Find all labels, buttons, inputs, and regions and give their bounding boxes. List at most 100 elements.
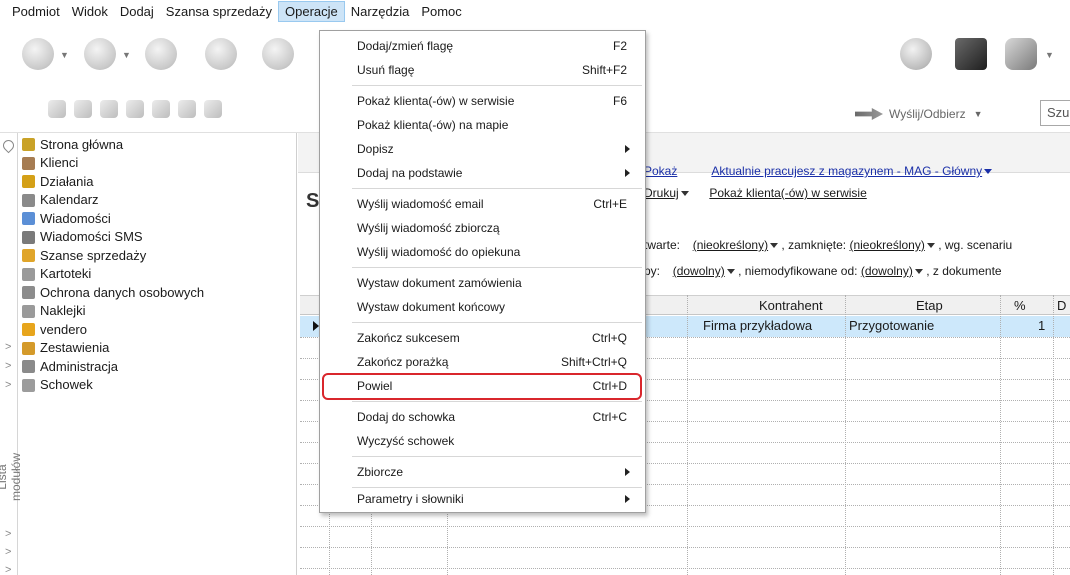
sms-icon	[22, 230, 35, 244]
chevron-down-icon[interactable]	[680, 191, 689, 197]
menu-item-usun-flage[interactable]: Usuń flagę Shift+F2	[321, 58, 644, 82]
document-icon[interactable]	[205, 38, 237, 70]
group-icon[interactable]	[178, 100, 196, 118]
dropdown-arrow-icon[interactable]: ▼	[122, 50, 131, 60]
column-header-etap[interactable]: Etap	[916, 298, 943, 313]
chevron-right-icon[interactable]: >	[5, 341, 11, 353]
filter-closed-value[interactable]: (nieokreślony)	[849, 238, 924, 252]
magazyn-link[interactable]: Aktualnie pracujesz z magazynem - MAG - …	[711, 164, 982, 178]
attach-icon[interactable]	[262, 38, 294, 70]
sidebar-item-wiadomosci-sms[interactable]: Wiadomości SMS	[22, 228, 292, 247]
menu-item-dodaj-do-schowka[interactable]: Dodaj do schowka Ctrl+C	[321, 405, 644, 429]
filter-open-value[interactable]: (nieokreślony)	[693, 238, 768, 252]
filter-label: , niemodyfikowane od:	[738, 264, 858, 278]
pen-icon[interactable]	[152, 100, 170, 118]
menu-item-wyczysc-schowek[interactable]: Wyczyść schowek	[321, 429, 644, 453]
menu-item-wyslij-zbiorcza[interactable]: Wyślij wiadomość zbiorczą	[321, 216, 644, 240]
menu-item-label: Wystaw dokument zamówienia	[357, 276, 522, 290]
cell-etap: Przygotowanie	[849, 318, 935, 333]
menu-item-wystaw-koncowy[interactable]: Wystaw dokument końcowy	[321, 295, 644, 319]
pokaz-klienta-link[interactable]: Pokaż klienta(-ów) w serwisie	[709, 186, 866, 200]
menu-pomoc[interactable]: Pomoc	[415, 1, 467, 22]
menu-narzedzia[interactable]: Narzędzia	[345, 1, 416, 22]
sidebar-item-administracja[interactable]: Administracja	[22, 357, 292, 376]
sidebar-item-klienci[interactable]: Klienci	[22, 154, 292, 173]
chevron-right-icon[interactable]: >	[5, 528, 11, 540]
sidebar-item-wiadomosci[interactable]: Wiadomości	[22, 209, 292, 228]
edit-icon[interactable]	[48, 100, 66, 118]
pin-icon[interactable]	[0, 137, 17, 154]
sidebar-item-strona-glowna[interactable]: Strona główna	[22, 135, 292, 154]
menu-item-dodaj-zmien-flage[interactable]: Dodaj/zmień flagę F2	[321, 34, 644, 58]
tool-icon[interactable]	[126, 100, 144, 118]
sidebar-item-naklejki[interactable]: Naklejki	[22, 302, 292, 321]
menu-item-zbiorcze[interactable]: Zbiorcze	[321, 460, 644, 484]
sidebar-item-zestawienia[interactable]: Zestawienia	[22, 339, 292, 358]
sidebar-item-vendero[interactable]: vendero	[22, 320, 292, 339]
contact-icon[interactable]	[74, 100, 92, 118]
chevron-right-icon[interactable]: >	[5, 564, 11, 575]
menu-item-label: Dodaj na podstawie	[357, 166, 463, 180]
filter-group-value[interactable]: (dowolny)	[673, 264, 725, 278]
menu-bar: Podmiot Widok Dodaj Szansa sprzedaży Ope…	[0, 0, 1070, 23]
dropdown-arrow-icon[interactable]: ▼	[1045, 50, 1054, 60]
chevron-down-icon[interactable]	[984, 169, 993, 175]
new-message-icon[interactable]	[22, 38, 54, 70]
menu-item-pokaz-klienta-mapa[interactable]: Pokaż klienta(-ów) na mapie	[321, 113, 644, 137]
sidebar-item-schowek[interactable]: Schowek	[22, 376, 292, 395]
top-links-row-1: Pokaż Aktualnie pracujesz z magazynem - …	[644, 164, 993, 178]
reply-icon[interactable]	[84, 38, 116, 70]
sidebar-item-kalendarz[interactable]: Kalendarz	[22, 191, 292, 210]
menu-operacje[interactable]: Operacje	[278, 1, 345, 22]
chevron-down-icon[interactable]	[926, 243, 935, 249]
admin-icon	[22, 360, 35, 373]
sidebar-item-szanse-sprzedazy[interactable]: Szanse sprzedaży	[22, 246, 292, 265]
menu-item-dodaj-na-podstawie[interactable]: Dodaj na podstawie	[321, 161, 644, 185]
sidebar-collapse-strip[interactable]: > > > Lista modułów > > >	[0, 133, 23, 575]
column-header-kontrahent[interactable]: Kontrahent	[759, 298, 823, 313]
vendero-icon	[22, 323, 35, 336]
menu-widok[interactable]: Widok	[66, 1, 114, 22]
sidebar-item-label: Zestawienia	[40, 340, 110, 356]
chevron-down-icon[interactable]	[914, 269, 923, 275]
drukuj-link[interactable]: Drukuj	[644, 186, 679, 200]
menu-item-wyslij-email[interactable]: Wyślij wiadomość email Ctrl+E	[321, 192, 644, 216]
menu-szansa-sprzedazy[interactable]: Szansa sprzedaży	[160, 1, 278, 22]
eraser-icon[interactable]	[204, 100, 222, 118]
menu-dodaj[interactable]: Dodaj	[114, 1, 160, 22]
chevron-down-icon[interactable]	[726, 269, 735, 275]
menu-podmiot[interactable]: Podmiot	[6, 1, 66, 22]
send-receive-button[interactable]: Wyślij/Odbierz ▼	[855, 104, 983, 124]
menu-item-dopisz[interactable]: Dopisz	[321, 137, 644, 161]
coins-icon	[22, 249, 35, 262]
column-header-d[interactable]: D	[1057, 298, 1066, 313]
chevron-down-icon[interactable]	[770, 243, 779, 249]
dollar-icon[interactable]	[145, 38, 177, 70]
search-input[interactable]: Szu	[1040, 100, 1070, 126]
menu-item-label: Wyczyść schowek	[357, 434, 455, 448]
contacts-icon[interactable]	[100, 100, 118, 118]
globe-icon[interactable]	[900, 38, 932, 70]
sidebar-item-kartoteki[interactable]: Kartoteki	[22, 265, 292, 284]
sidebar-item-dzialania[interactable]: Działania	[22, 172, 292, 191]
menu-item-zakoncz-porazka[interactable]: Zakończ porażką Shift+Ctrl+Q	[321, 350, 644, 374]
pokaz-link[interactable]: Pokaż	[644, 164, 677, 178]
column-header-percent[interactable]: %	[1014, 298, 1026, 313]
cloud-icon[interactable]	[1005, 38, 1037, 70]
menu-item-zakoncz-sukcesem[interactable]: Zakończ sukcesem Ctrl+Q	[321, 326, 644, 350]
menu-item-wyslij-do-opiekuna[interactable]: Wyślij wiadomość do opiekuna	[321, 240, 644, 264]
chevron-right-icon[interactable]: >	[5, 379, 11, 391]
menu-item-wystaw-zamowienie[interactable]: Wystaw dokument zamówienia	[321, 271, 644, 295]
sidebar-item-label: Szanse sprzedaży	[40, 247, 147, 263]
chevron-right-icon[interactable]: >	[5, 546, 11, 558]
send-receive-label: Wyślij/Odbierz	[889, 107, 966, 121]
dropdown-arrow-icon[interactable]: ▼	[60, 50, 69, 60]
sidebar-item-ochrona-danych[interactable]: Ochrona danych osobowych	[22, 283, 292, 302]
menu-item-pokaz-klienta-serwis[interactable]: Pokaż klienta(-ów) w serwisie F6	[321, 89, 644, 113]
chevron-right-icon[interactable]: >	[5, 360, 11, 372]
menu-item-shortcut: F2	[612, 39, 627, 53]
menu-item-parametry-slowniki[interactable]: Parametry i słowniki	[321, 487, 644, 511]
filter-modified-value[interactable]: (dowolny)	[861, 264, 913, 278]
cell-kontrahent: Firma przykładowa	[703, 318, 813, 333]
cube-icon[interactable]	[955, 38, 987, 70]
